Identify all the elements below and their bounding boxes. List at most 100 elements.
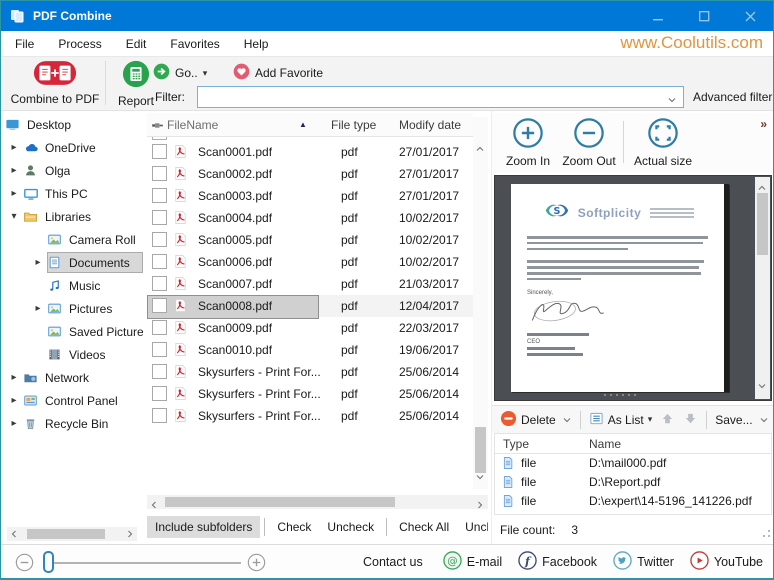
- menu-process[interactable]: Process: [58, 37, 101, 51]
- filter-dropdown-icon[interactable]: [667, 92, 677, 110]
- facebook-link[interactable]: fFacebook: [518, 551, 597, 573]
- collapsed-arrow-icon[interactable]: ▸: [5, 372, 23, 383]
- file-row[interactable]: Scan0009.pdf pdf 22/03/2017: [147, 317, 473, 339]
- file-list-vertical-scrollbar[interactable]: [473, 117, 488, 489]
- tree-item-control-panel[interactable]: ▸Control Panel: [5, 389, 143, 412]
- tree-item-camera-roll[interactable]: Camera Roll: [5, 228, 143, 251]
- row-checkbox[interactable]: [152, 188, 167, 203]
- row-checkbox[interactable]: [152, 166, 167, 181]
- minimize-button[interactable]: [635, 1, 681, 31]
- row-checkbox[interactable]: [152, 210, 167, 225]
- file-row[interactable]: Skysurfers - Print For... pdf 25/06/2014: [147, 361, 473, 383]
- row-checkbox[interactable]: [152, 144, 167, 159]
- email-link[interactable]: @E-mail: [443, 551, 502, 573]
- file-list-scrollbar-thumb[interactable]: [475, 427, 486, 473]
- scroll-left-icon[interactable]: [7, 529, 21, 539]
- uncheck-button[interactable]: Uncheck: [319, 516, 382, 538]
- resize-grip-icon[interactable]: [762, 525, 771, 543]
- collapsed-arrow-icon[interactable]: ▸: [5, 142, 23, 153]
- column-header-name[interactable]: Name: [589, 437, 621, 451]
- check-all-button[interactable]: Check All: [391, 516, 457, 538]
- scroll-down-icon[interactable]: [757, 378, 767, 396]
- scroll-down-icon[interactable]: [475, 469, 485, 487]
- tree-item-libraries[interactable]: ▾Libraries: [5, 205, 143, 228]
- row-checkbox[interactable]: [152, 232, 167, 247]
- collapsed-arrow-icon[interactable]: ▸: [29, 257, 47, 268]
- menu-file[interactable]: File: [15, 37, 34, 51]
- tree-item-recycle-bin[interactable]: ▸Recycle Bin: [5, 412, 143, 435]
- move-up-button[interactable]: [660, 411, 675, 429]
- file-list-horizontal-scrollbar[interactable]: [147, 495, 488, 509]
- menu-edit[interactable]: Edit: [126, 37, 147, 51]
- row-checkbox[interactable]: [152, 276, 167, 291]
- row-checkbox[interactable]: [152, 298, 167, 313]
- expanded-arrow-icon[interactable]: ▾: [5, 211, 23, 222]
- collapsed-arrow-icon[interactable]: ▸: [29, 303, 47, 314]
- row-checkbox[interactable]: [152, 342, 167, 357]
- row-checkbox[interactable]: [152, 320, 167, 335]
- preview-scrollbar-thumb[interactable]: [757, 193, 768, 255]
- tree-item-music[interactable]: Music: [5, 274, 143, 297]
- preview-vertical-scrollbar[interactable]: [755, 177, 770, 399]
- delete-button[interactable]: Delete: [500, 410, 572, 430]
- include-subfolders-button[interactable]: Include subfolders: [147, 516, 260, 538]
- save-button[interactable]: Save...: [715, 413, 768, 427]
- pin-icon[interactable]: [151, 119, 164, 137]
- as-list-button[interactable]: As List ▾: [589, 411, 653, 429]
- tree-item-desktop[interactable]: Desktop: [5, 113, 143, 136]
- file-row[interactable]: Scan0007.pdf pdf 21/03/2017: [147, 273, 473, 295]
- splitter-grip[interactable]: [603, 384, 637, 402]
- collapsed-arrow-icon[interactable]: ▸: [5, 395, 23, 406]
- actual-size-button[interactable]: Actual size: [630, 117, 696, 168]
- coolutils-link[interactable]: www.Coolutils.com: [620, 33, 763, 53]
- scroll-right-icon[interactable]: [123, 529, 137, 539]
- zoom-slider-plus-button[interactable]: [247, 553, 266, 577]
- zoom-in-button[interactable]: Zoom In: [500, 117, 556, 168]
- tree-item-onedrive[interactable]: ▸OneDrive: [5, 136, 143, 159]
- file-row[interactable]: Scan0001.pdf pdf 27/01/2017: [147, 141, 473, 163]
- zoom-slider-minus-button[interactable]: [15, 553, 34, 577]
- row-checkbox[interactable]: [152, 386, 167, 401]
- column-header-modifydate[interactable]: Modify date: [399, 118, 461, 132]
- tree-item-videos[interactable]: Videos: [5, 343, 143, 366]
- toolbar-overflow-icon[interactable]: »: [760, 117, 767, 131]
- tree-scrollbar-thumb[interactable]: [27, 529, 105, 539]
- tree-horizontal-scrollbar[interactable]: [7, 527, 137, 541]
- uncheck-all-button[interactable]: Uncheck All: [457, 516, 488, 538]
- output-row[interactable]: file D:\expert\14-5196_141226.pdf: [495, 492, 771, 511]
- tree-item-documents[interactable]: ▸Documents: [5, 251, 143, 274]
- file-row[interactable]: Scan0010.pdf pdf 19/06/2017: [147, 339, 473, 361]
- row-checkbox[interactable]: [152, 254, 167, 269]
- close-button[interactable]: [727, 1, 773, 31]
- output-row[interactable]: file D:\mail000.pdf: [495, 454, 771, 473]
- zoom-out-button[interactable]: Zoom Out: [558, 117, 620, 168]
- maximize-button[interactable]: [681, 1, 727, 31]
- menu-help[interactable]: Help: [244, 37, 269, 51]
- advanced-filter-button[interactable]: Advanced filter: [693, 90, 772, 104]
- zoom-slider-handle[interactable]: [43, 551, 54, 573]
- collapsed-arrow-icon[interactable]: ▸: [5, 418, 23, 429]
- file-row[interactable]: Skysurfers - Print For... pdf 25/06/2014: [147, 383, 473, 405]
- file-row[interactable]: Scan0008.pdf pdf 12/04/2017: [147, 295, 473, 317]
- scroll-up-icon[interactable]: [475, 141, 485, 159]
- move-down-button[interactable]: [683, 411, 698, 429]
- file-row[interactable]: Skysurfers - Print For... pdf 25/06/2014: [147, 405, 473, 427]
- zoom-slider-track[interactable]: [45, 562, 241, 564]
- tree-item-saved-pictures[interactable]: Saved Pictures: [5, 320, 143, 343]
- collapsed-arrow-icon[interactable]: ▸: [5, 188, 23, 199]
- file-row[interactable]: Scan0006.pdf pdf 10/02/2017: [147, 251, 473, 273]
- output-row[interactable]: file D:\Report.pdf: [495, 473, 771, 492]
- tree-item-network[interactable]: ▸Network: [5, 366, 143, 389]
- file-row[interactable]: Scan0002.pdf pdf 27/01/2017: [147, 163, 473, 185]
- check-button[interactable]: Check: [269, 516, 319, 538]
- add-favorite-button[interactable]: Add Favorite: [233, 63, 323, 83]
- youtube-link[interactable]: YouTube: [690, 551, 763, 573]
- row-checkbox[interactable]: [152, 364, 167, 379]
- tree-item-pictures[interactable]: ▸Pictures: [5, 297, 143, 320]
- file-list-hscrollbar-thumb[interactable]: [165, 497, 395, 507]
- combine-to-pdf-button[interactable]: Combine to PDF: [7, 60, 103, 106]
- tree-item-olga[interactable]: ▸Olga: [5, 159, 143, 182]
- menu-favorites[interactable]: Favorites: [170, 37, 219, 51]
- twitter-link[interactable]: Twitter: [613, 551, 674, 573]
- column-header-filename[interactable]: FileName: [167, 118, 218, 132]
